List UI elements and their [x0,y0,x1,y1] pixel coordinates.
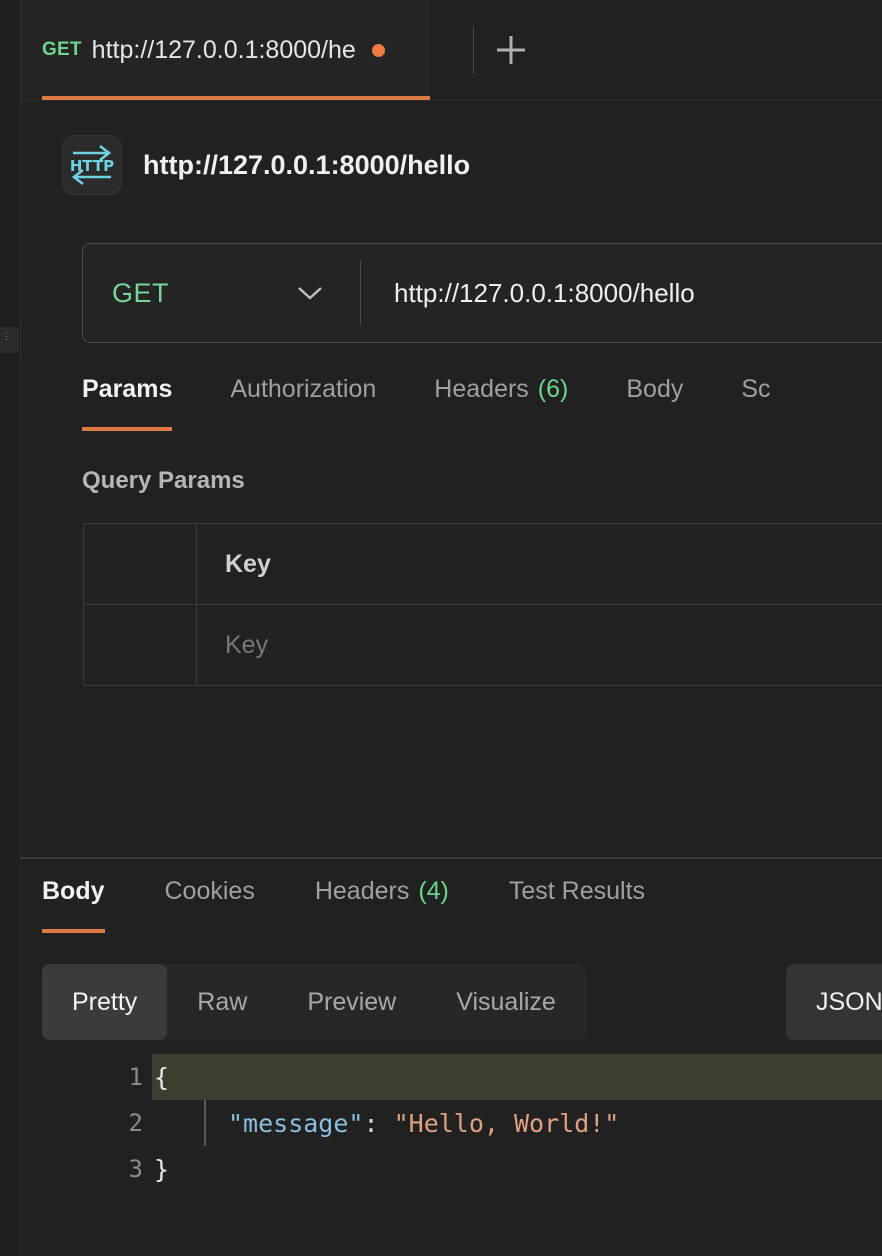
plus-icon [497,36,525,64]
line-number: 1 [128,1063,143,1091]
url-bar: GET http://127.0.0.1:8000/hello [82,243,882,343]
select-all-cell[interactable] [84,524,197,604]
code-content: } [152,1146,882,1192]
api-client-window: ⋮ GET http://127.0.0.1:8000/he HTTP http… [0,0,882,1256]
format-mode-visualize[interactable]: Visualize [426,964,586,1040]
response-tab-headers-label: Headers [314,877,410,905]
svg-text:HTTP: HTTP [70,157,114,175]
response-pane: Body Cookies Headers (4) Test Results Pr… [21,859,882,1256]
code-line: 1 { [42,1054,882,1100]
response-tab-body-indicator [42,929,105,933]
tab-params-indicator [82,427,173,431]
line-number: 3 [128,1155,143,1183]
table-row[interactable]: Key [84,605,882,686]
request-tab-active[interactable]: GET http://127.0.0.1:8000/he [21,0,431,100]
tab-method-label: GET [42,39,82,60]
json-string-value: "Hello, World!" [393,1108,620,1138]
response-tab-test-results[interactable]: Test Results [509,877,671,933]
response-tab-body[interactable]: Body [42,877,131,933]
tab-authorization[interactable]: Authorization [230,375,402,431]
format-mode-pretty[interactable]: Pretty [42,964,168,1040]
response-tab-headers-count: (4) [418,877,449,905]
format-mode-group: Pretty Raw Preview Visualize [42,964,586,1040]
code-line: 2 "message": "Hello, World!" [42,1100,882,1146]
tab-active-indicator [42,96,430,100]
tab-headers[interactable]: Headers (6) [434,375,594,431]
tab-scripts[interactable]: Sc [741,375,796,431]
tab-divider [473,26,474,74]
sidebar-item-dots-icon: ⋮ [2,331,11,341]
response-format-bar: Pretty Raw Preview Visualize JSON [42,964,882,1040]
request-header: HTTP http://127.0.0.1:8000/hello [21,101,882,229]
tab-scripts-label: Sc [741,375,771,403]
response-tabs: Body Cookies Headers (4) Test Results [42,877,705,939]
row-checkbox-cell[interactable] [84,605,197,685]
http-protocol-icon: HTTP [62,135,122,195]
new-tab-button[interactable] [481,20,541,80]
response-body-viewer[interactable]: 1 { 2 "message": "Hello, World!" 3 } [42,1054,882,1256]
sidebar-sliver: ⋮ [0,0,21,1256]
code-content: { [152,1054,882,1100]
request-tabs: Params Authorization Headers (6) Body Sc [82,375,882,437]
format-mode-raw[interactable]: Raw [167,964,277,1040]
code-line: 3 } [42,1146,882,1192]
tab-strip: GET http://127.0.0.1:8000/he [21,0,882,101]
json-colon: : [363,1108,379,1138]
chevron-down-icon [296,284,324,302]
tab-headers-count: (6) [537,375,569,403]
query-params-title: Query Params [82,467,245,494]
json-close-brace: } [154,1154,170,1184]
tab-body[interactable]: Body [626,375,709,431]
response-tab-headers[interactable]: Headers (4) [315,877,475,933]
content-type-select[interactable]: JSON [786,964,882,1040]
param-key-input[interactable]: Key [197,605,882,685]
method-label: GET [112,277,170,308]
response-tab-cookies-label: Cookies [164,877,255,905]
url-input[interactable]: http://127.0.0.1:8000/hello [361,244,882,342]
code-content: "message": "Hello, World!" [152,1100,882,1146]
http-method-select[interactable]: GET [83,244,360,342]
main-column: GET http://127.0.0.1:8000/he HTTP http:/… [21,0,882,1256]
query-params-table: Key Key [83,523,882,686]
tab-body-label: Body [626,375,684,403]
response-tab-body-label: Body [42,877,105,905]
unsaved-dot-icon [371,43,385,57]
response-tab-test-results-label: Test Results [508,877,646,905]
tab-headers-label: Headers [434,375,529,403]
json-open-brace: { [154,1062,170,1092]
line-number: 2 [128,1109,143,1137]
response-tab-cookies[interactable]: Cookies [165,877,281,933]
request-name: http://127.0.0.1:8000/hello [143,149,471,180]
format-mode-preview[interactable]: Preview [277,964,426,1040]
table-header-row: Key [84,524,882,605]
tab-authorization-label: Authorization [230,375,377,403]
tab-title-label: http://127.0.0.1:8000/he [91,35,356,64]
tab-params[interactable]: Params [82,375,198,431]
column-header-key: Key [225,549,271,578]
tab-params-label: Params [82,375,173,403]
json-key: "message" [228,1108,364,1138]
